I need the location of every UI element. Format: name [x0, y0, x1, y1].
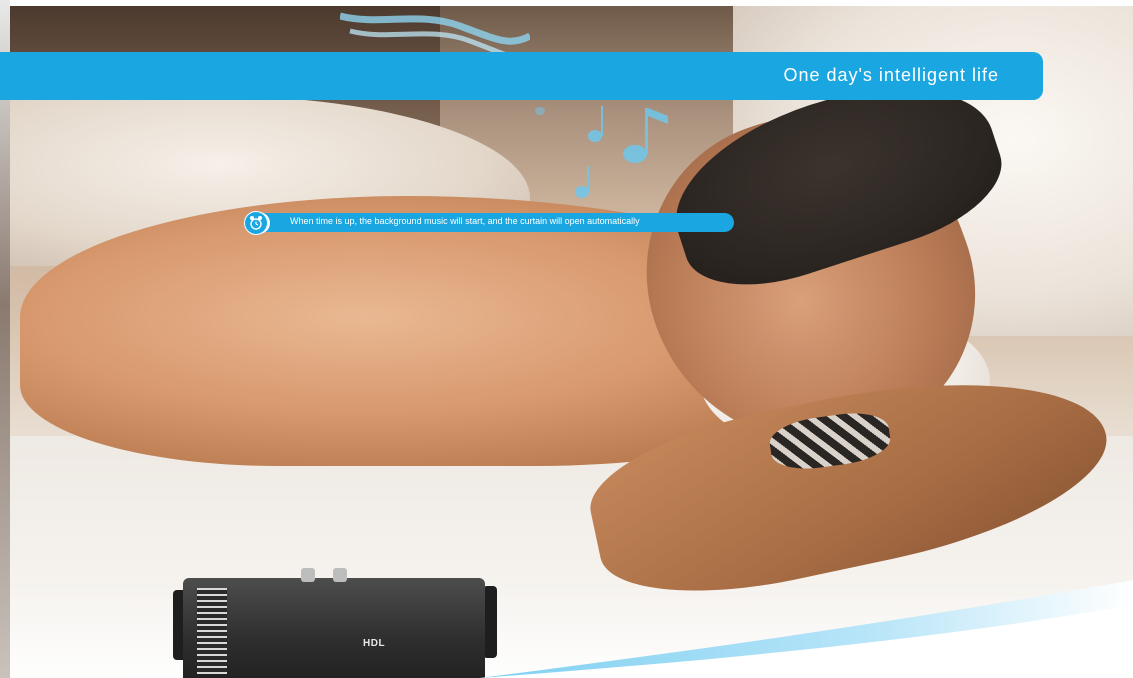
device-connector [301, 568, 315, 582]
device-body [183, 578, 485, 678]
header-banner: One day's intelligent life [0, 52, 1043, 100]
device-vents [197, 588, 227, 674]
hdl-control-device: HDL [173, 568, 497, 678]
left-edge-strip [0, 0, 10, 678]
page-title: One day's intelligent life [783, 65, 999, 85]
device-brand-label: HDL [363, 638, 386, 649]
alarm-clock-icon [244, 211, 268, 235]
blue-swoosh-decoration [480, 580, 1133, 678]
notice-text: When time is up, the background music wi… [290, 216, 640, 226]
device-connector [333, 568, 347, 582]
alarm-notice: When time is up, the background music wi… [244, 211, 734, 235]
